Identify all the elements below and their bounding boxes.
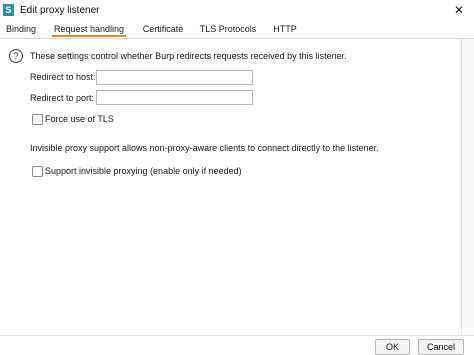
- cancel-button[interactable]: Cancel: [418, 339, 464, 355]
- tab-bar: Binding Request handling Certificate TLS…: [0, 22, 474, 39]
- help-icon[interactable]: ?: [9, 49, 23, 63]
- background-window-edge: [461, 39, 474, 335]
- burp-app-icon: S: [3, 4, 14, 16]
- tab-http[interactable]: HTTP: [270, 22, 300, 37]
- force-tls-checkbox[interactable]: [32, 114, 43, 125]
- settings-description: These settings control whether Burp redi…: [30, 51, 347, 61]
- support-invisible-label: Support invisible proxying (enable only …: [45, 166, 242, 176]
- close-icon[interactable]: ✕: [452, 3, 466, 17]
- invisible-proxy-note: Invisible proxy support allows non-proxy…: [30, 143, 379, 153]
- redirect-host-label: Redirect to host:: [30, 72, 96, 82]
- edit-proxy-listener-dialog: S Edit proxy listener ✕ Binding Request …: [0, 0, 474, 355]
- redirect-host-input[interactable]: [96, 70, 253, 85]
- tab-certificate[interactable]: Certificate: [140, 22, 186, 37]
- support-invisible-checkbox[interactable]: [32, 166, 43, 177]
- ok-button[interactable]: OK: [375, 339, 410, 355]
- force-tls-label: Force use of TLS: [45, 114, 114, 124]
- title-bar: S Edit proxy listener ✕: [0, 0, 474, 22]
- redirect-port-input[interactable]: [96, 90, 253, 105]
- dialog-footer: OK Cancel: [0, 335, 474, 355]
- tab-tls-protocols[interactable]: TLS Protocols: [198, 22, 258, 37]
- request-handling-panel: ? These settings control whether Burp re…: [0, 39, 462, 335]
- redirect-port-label: Redirect to port:: [30, 93, 95, 103]
- tab-binding[interactable]: Binding: [4, 22, 38, 37]
- tab-request-handling[interactable]: Request handling: [52, 22, 126, 37]
- dialog-title: Edit proxy listener: [20, 5, 100, 16]
